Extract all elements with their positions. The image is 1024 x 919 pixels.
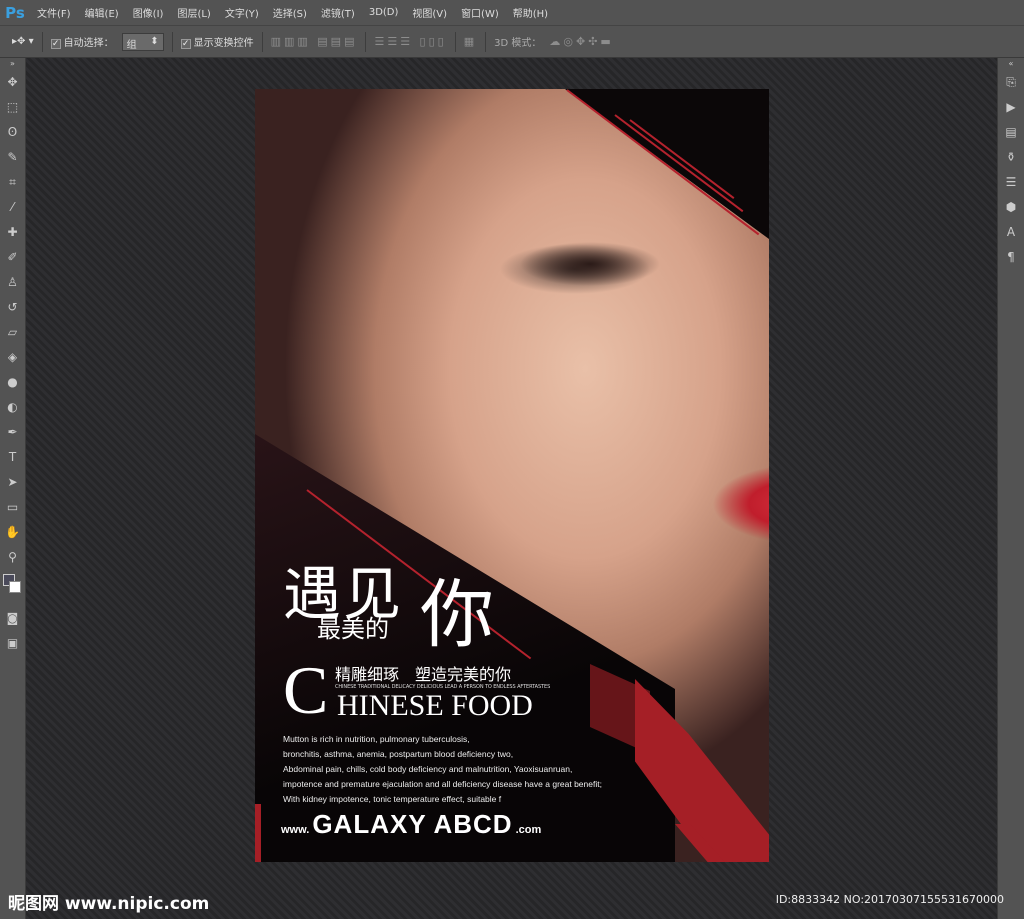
menu-view[interactable]: 视图(V) xyxy=(405,5,454,20)
body-paragraph: Mutton is rich in nutrition, pulmonary t… xyxy=(283,732,602,807)
url-prefix: www. xyxy=(281,824,310,836)
checkbox-icon: ✓ xyxy=(50,39,61,49)
poster-title-you: 你 xyxy=(420,572,494,658)
auto-select-checkbox[interactable]: ✓ 自动选择： xyxy=(50,34,114,49)
divider xyxy=(261,31,263,52)
chinese-food-title: HINESE FOOD xyxy=(337,689,533,722)
nipic-watermark: 昵图网 www.nipic.com xyxy=(8,894,210,914)
align-icons[interactable]: ▥▥▥ ▤▤▤ xyxy=(271,35,358,48)
menu-image[interactable]: 图像(I) xyxy=(126,5,171,20)
show-transform-checkbox[interactable]: ✓ 显示变换控件 xyxy=(180,34,254,49)
big-c-letter: C xyxy=(283,652,329,728)
chinese-slogan: 精雕细琢 塑造完美的你 xyxy=(335,665,512,684)
website-url: www. GALAXY ABCD .com xyxy=(281,809,541,840)
healing-brush-icon[interactable]: ✚ xyxy=(0,220,25,245)
collapse-icon[interactable]: « xyxy=(998,58,1024,70)
divider xyxy=(171,31,173,52)
divider xyxy=(454,31,456,52)
brush-panel-icon[interactable]: ⚱ xyxy=(998,145,1024,170)
url-main: GALAXY ABCD xyxy=(312,809,513,839)
3d-mode-icons[interactable]: ☁◎✥✣▬ xyxy=(549,35,613,48)
image-id: ID:8833342 NO:20170307155531670000 xyxy=(775,893,1004,906)
body-line: impotence and premature ejaculation and … xyxy=(283,779,602,789)
divider xyxy=(485,31,487,52)
blur-tool-icon[interactable]: ● xyxy=(0,370,25,395)
panel-dock: « ⎘ ▶ ▤ ⚱ ☰ ⬢ A ¶ xyxy=(997,58,1024,919)
character-panel-icon[interactable]: A xyxy=(998,220,1024,245)
brush-tool-icon[interactable]: ✐ xyxy=(0,245,25,270)
menu-bar: Ps 文件(F) 编辑(E) 图像(I) 图层(L) 文字(Y) 选择(S) 滤… xyxy=(0,0,1024,25)
move-tool-icon[interactable]: ▸✥ ▾ xyxy=(12,36,34,47)
tools-panel: » ✥ ⬚ ʘ ✎ ⌗ ⁄ ✚ ✐ ♙ ↺ ▱ ◈ ● ◐ ✒ T ➤ ▭ ✋ … xyxy=(0,58,26,919)
screen-mode-icon[interactable]: ▣ xyxy=(0,631,25,656)
paragraph-panel-icon[interactable]: ¶ xyxy=(998,245,1024,270)
body-line: Mutton is rich in nutrition, pulmonary t… xyxy=(283,734,470,744)
url-suffix: .com xyxy=(515,824,542,836)
body-line: Abdominal pain, chills, cold body defici… xyxy=(283,764,573,774)
menu-3d[interactable]: 3D(D) xyxy=(362,7,406,18)
quick-mask-icon[interactable]: ◙ xyxy=(0,606,25,631)
actions-panel-icon[interactable]: ▶ xyxy=(998,95,1024,120)
show-transform-label: 显示变换控件 xyxy=(193,38,254,49)
divider xyxy=(41,31,43,52)
history-panel-icon[interactable]: ⎘ xyxy=(998,70,1024,95)
eyedropper-icon[interactable]: ⁄ xyxy=(0,195,25,220)
path-select-icon[interactable]: ➤ xyxy=(0,470,25,495)
menu-window[interactable]: 窗口(W) xyxy=(454,5,506,20)
marquee-tool-icon[interactable]: ⬚ xyxy=(0,95,25,120)
divider xyxy=(365,31,367,52)
stepper-icon: ⬍ xyxy=(150,35,159,47)
photoshop-logo: Ps xyxy=(5,3,25,22)
shape-tool-icon[interactable]: ▭ xyxy=(0,495,25,520)
type-tool-icon[interactable]: T xyxy=(0,445,25,470)
collapse-icon[interactable]: » xyxy=(0,58,25,70)
auto-select-dropdown[interactable]: 组 ⬍ xyxy=(121,32,164,51)
dropdown-value: 组 xyxy=(126,39,137,51)
pen-tool-icon[interactable]: ✒ xyxy=(0,420,25,445)
menu-file[interactable]: 文件(F) xyxy=(30,5,78,20)
crop-tool-icon[interactable]: ⌗ xyxy=(0,170,25,195)
move-tool-icon[interactable]: ✥ xyxy=(0,70,25,95)
eraser-icon[interactable]: ▱ xyxy=(0,320,25,345)
properties-panel-icon[interactable]: ▤ xyxy=(998,120,1024,145)
adjustments-panel-icon[interactable]: ☰ xyxy=(998,170,1024,195)
menu-layer[interactable]: 图层(L) xyxy=(170,5,217,20)
quick-select-icon[interactable]: ✎ xyxy=(0,145,25,170)
red-shape xyxy=(255,804,261,862)
options-bar: ▸✥ ▾ ✓ 自动选择： 组 ⬍ ✓ 显示变换控件 ▥▥▥ ▤▤▤ ☰☰☰ ▯▯▯ ▦… xyxy=(0,25,1024,58)
history-brush-icon[interactable]: ↺ xyxy=(0,295,25,320)
color-swatches-icon[interactable] xyxy=(0,570,25,606)
auto-select-label: 自动选择： xyxy=(63,38,114,49)
zoom-tool-icon[interactable]: ⚲ xyxy=(0,545,25,570)
stamp-tool-icon[interactable]: ♙ xyxy=(0,270,25,295)
menu-select[interactable]: 选择(S) xyxy=(266,5,314,20)
menu-type[interactable]: 文字(Y) xyxy=(218,5,266,20)
body-line: bronchitis, asthma, anemia, postpartum b… xyxy=(283,749,514,759)
poster-document[interactable]: 遇见 你 最美的 C 精雕细琢 塑造完美的你 CHINESE TRADITION… xyxy=(255,89,769,862)
hand-tool-icon[interactable]: ✋ xyxy=(0,520,25,545)
body-line: With kidney impotence, tonic temperature… xyxy=(283,794,502,804)
3d-panel-icon[interactable]: ⬢ xyxy=(998,195,1024,220)
mode-3d-label: 3D 模式： xyxy=(494,38,542,49)
checkbox-icon: ✓ xyxy=(180,39,191,49)
poster-subtitle: 最美的 xyxy=(317,615,389,643)
menu-help[interactable]: 帮助(H) xyxy=(506,5,555,20)
paint-bucket-icon[interactable]: ◈ xyxy=(0,345,25,370)
lasso-tool-icon[interactable]: ʘ xyxy=(0,120,25,145)
dodge-tool-icon[interactable]: ◐ xyxy=(0,395,25,420)
menu-filter[interactable]: 滤镜(T) xyxy=(314,5,362,20)
distribute-icons[interactable]: ☰☰☰ ▯▯▯ xyxy=(374,35,446,48)
auto-align-icon[interactable]: ▦ xyxy=(464,35,477,48)
menu-edit[interactable]: 编辑(E) xyxy=(78,5,126,20)
